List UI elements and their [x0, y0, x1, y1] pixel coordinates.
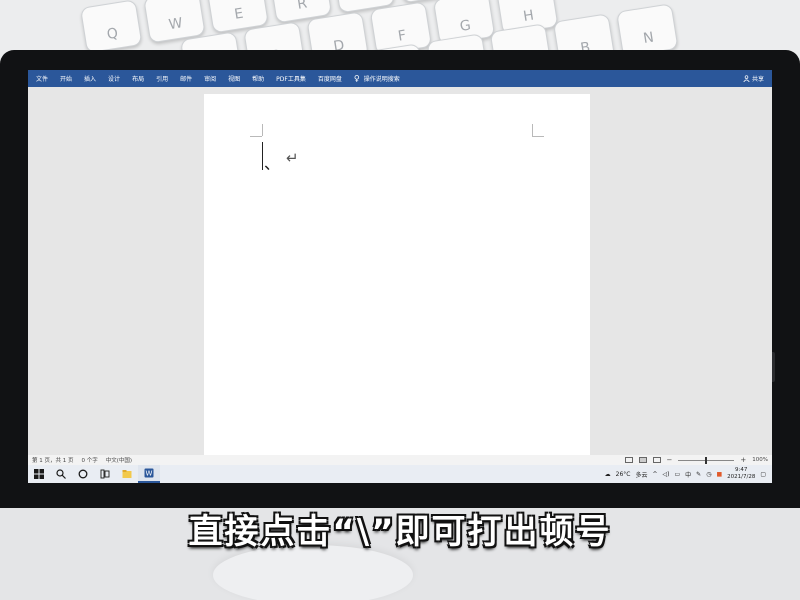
- clock-time: 9:47: [735, 467, 748, 473]
- tab-design[interactable]: 设计: [108, 74, 120, 83]
- pen-icon[interactable]: ✎: [696, 471, 701, 478]
- tab-pdf-tools[interactable]: PDF工具集: [276, 74, 306, 83]
- document-text[interactable]: 、: [264, 150, 280, 174]
- system-tray: ☁ 26°C 多云 ^ ◁) ▭ 中 ✎ ◷ ■ 9:47 2021/7/28 …: [605, 465, 766, 483]
- zoom-slider[interactable]: [678, 456, 735, 464]
- language-indicator[interactable]: 中文(中国): [106, 456, 132, 464]
- search-icon[interactable]: [50, 465, 72, 483]
- margin-corner-mark: [532, 124, 533, 136]
- zoom-in-icon[interactable]: +: [740, 456, 746, 464]
- share-button[interactable]: 共享: [743, 74, 764, 83]
- tab-help[interactable]: 帮助: [252, 74, 264, 83]
- margin-corner-mark: [250, 136, 262, 137]
- word-ribbon: 文件 开始 插入 设计 布局 引用 邮件 审阅 视图 帮助 PDF工具集 百度网…: [28, 70, 772, 87]
- tab-insert[interactable]: 插入: [84, 74, 96, 83]
- margin-corner-mark: [262, 124, 263, 136]
- tab-references[interactable]: 引用: [156, 74, 168, 83]
- app-tray-icon[interactable]: ■: [716, 471, 722, 478]
- word-app-icon[interactable]: W: [138, 465, 160, 483]
- tab-home[interactable]: 开始: [60, 74, 72, 83]
- weather-icon: ☁: [604, 470, 611, 478]
- task-view-icon[interactable]: [94, 465, 116, 483]
- zoom-out-icon[interactable]: −: [667, 456, 673, 464]
- document-page[interactable]: 、 ↵: [204, 94, 590, 455]
- windows-taskbar: W ☁ 26°C 多云 ^ ◁) ▭ 中 ✎ ◷ ■ 9:47 2021/7/2…: [28, 465, 772, 483]
- word-count[interactable]: 0 个字: [82, 456, 98, 464]
- cortana-icon[interactable]: [72, 465, 94, 483]
- keyboard-key: Q: [80, 0, 143, 54]
- document-area: 、 ↵: [28, 87, 772, 455]
- svg-text:W: W: [146, 470, 153, 478]
- clock-icon[interactable]: ◷: [706, 471, 711, 478]
- zoom-level[interactable]: 100%: [752, 457, 768, 463]
- weather-desc[interactable]: 多云: [635, 470, 647, 479]
- zoom-slider-thumb[interactable]: [705, 456, 708, 464]
- file-explorer-icon[interactable]: [116, 465, 138, 483]
- tab-file[interactable]: 文件: [36, 74, 48, 83]
- windows-start-icon[interactable]: [28, 465, 50, 483]
- paragraph-mark: ↵: [286, 149, 299, 167]
- weather-temp[interactable]: 26°C: [616, 471, 631, 478]
- tab-layout[interactable]: 布局: [132, 74, 144, 83]
- lightbulb-icon: ♀: [353, 74, 360, 83]
- status-bar: 第 1 页，共 1 页 0 个字 中文(中国) − + 100%: [28, 455, 772, 465]
- monitor-screen: 文件 开始 插入 设计 布局 引用 邮件 审阅 视图 帮助 PDF工具集 百度网…: [28, 70, 772, 483]
- web-layout-icon[interactable]: [652, 457, 661, 463]
- input-method-icon[interactable]: 中: [685, 470, 691, 479]
- tab-baidu-netdisk[interactable]: 百度网盘: [318, 74, 342, 83]
- print-layout-icon[interactable]: [638, 457, 647, 463]
- tell-me-search[interactable]: 操作说明搜索: [364, 74, 400, 83]
- tab-mailings[interactable]: 邮件: [180, 74, 192, 83]
- read-mode-icon[interactable]: [624, 457, 633, 463]
- notification-icon[interactable]: ▢: [760, 471, 766, 478]
- speaker-icon[interactable]: ◁): [663, 471, 670, 478]
- text-cursor: [262, 142, 263, 170]
- clock[interactable]: 9:47 2021/7/28: [727, 467, 755, 481]
- tab-view[interactable]: 视图: [228, 74, 240, 83]
- page-count[interactable]: 第 1 页，共 1 页: [32, 456, 74, 464]
- tab-review[interactable]: 审阅: [204, 74, 216, 83]
- chevron-up-icon[interactable]: ^: [652, 471, 657, 478]
- person-icon: [743, 75, 750, 82]
- share-label: 共享: [751, 76, 764, 83]
- clock-date: 2021/7/28: [727, 474, 756, 480]
- mouse-silhouette: [213, 545, 413, 600]
- margin-corner-mark: [532, 136, 544, 137]
- network-icon[interactable]: ▭: [674, 471, 680, 478]
- subtitle-caption: 直接点击“\”即可打出顿号: [188, 512, 612, 552]
- status-right: − + 100%: [624, 455, 768, 465]
